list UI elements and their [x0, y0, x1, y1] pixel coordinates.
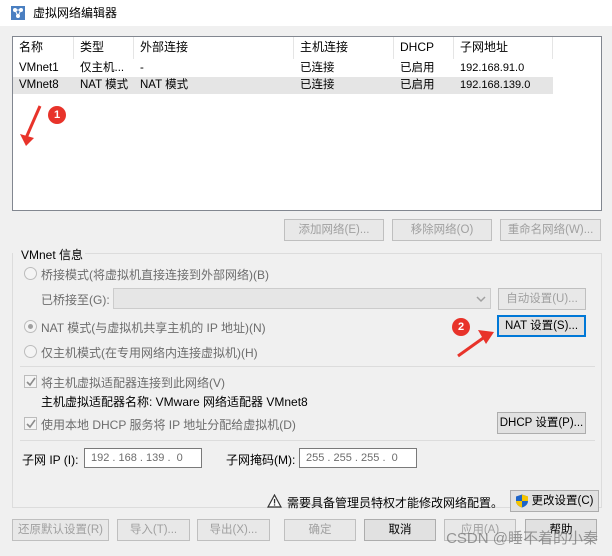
auto-settings-button[interactable]: 自动设置(U)...	[498, 288, 586, 310]
connect-adapter-label: 将主机虚拟适配器连接到此网络(V)	[41, 376, 225, 390]
restore-defaults-button[interactable]: 还原默认设置(R)	[12, 519, 109, 541]
table-row[interactable]: VMnet1 仅主机... - 已连接 已启用 192.168.91.0	[13, 60, 553, 77]
change-settings-label: 更改设置(C)	[531, 495, 594, 507]
cell-host: 已连接	[300, 62, 335, 74]
dialog-client: 名称 类型 外部连接 主机连接 DHCP 子网地址 VMnet1 仅主机... …	[0, 26, 612, 556]
cell-type: 仅主机...	[80, 62, 125, 74]
dhcp-settings-button[interactable]: DHCP 设置(P)...	[497, 412, 586, 434]
column-header-host[interactable]: 主机连接	[294, 37, 394, 59]
connect-adapter-checkbox[interactable]	[24, 375, 37, 388]
checkmark-icon	[26, 377, 36, 387]
shield-icon	[516, 494, 528, 508]
rename-network-button[interactable]: 重命名网络(W)...	[500, 219, 601, 241]
group-divider	[60, 253, 602, 254]
annotation-marker-1: 1	[48, 106, 66, 124]
dropdown-arrow-icon	[476, 296, 486, 303]
subnet-mask-label: 子网掩码(M):	[226, 453, 296, 467]
import-button[interactable]: 导入(T)...	[117, 519, 190, 541]
subnet-mask-field[interactable]: 255 . 255 . 255 . 0	[299, 448, 417, 468]
bridge-mode-label: 桥接模式(将虚拟机直接连接到外部网络)(B)	[41, 268, 269, 282]
cell-name: VMnet1	[19, 62, 59, 74]
divider	[20, 366, 595, 367]
window-title: 虚拟网络编辑器	[33, 6, 118, 20]
warning-icon	[267, 494, 282, 508]
list-header: 名称 类型 外部连接 主机连接 DHCP 子网地址	[13, 37, 601, 59]
bridged-to-label: 已桥接至(G):	[41, 293, 110, 307]
vmnet-info-title: VMnet 信息	[19, 246, 86, 263]
export-button[interactable]: 导出(X)...	[197, 519, 270, 541]
column-header-type[interactable]: 类型	[74, 37, 134, 59]
cell-subnet: 192.168.139.0	[460, 79, 531, 91]
cell-host: 已连接	[300, 79, 335, 91]
remove-network-button[interactable]: 移除网络(O)	[392, 219, 492, 241]
cell-external: -	[140, 62, 144, 74]
nat-mode-label: NAT 模式(与虚拟机共享主机的 IP 地址)(N)	[41, 321, 266, 335]
annotation-arrow-2	[457, 330, 494, 358]
cell-type: NAT 模式	[80, 79, 129, 91]
checkmark-icon	[26, 419, 36, 429]
nat-mode-radio[interactable]	[24, 320, 37, 333]
column-header-name[interactable]: 名称	[13, 37, 74, 59]
cell-name: VMnet8	[19, 79, 59, 91]
column-header-dhcp[interactable]: DHCP	[394, 37, 454, 59]
add-network-button[interactable]: 添加网络(E)...	[284, 219, 384, 241]
title-bar: 虚拟网络编辑器	[0, 0, 612, 26]
bridge-mode-radio[interactable]	[24, 267, 37, 280]
network-editor-icon	[10, 5, 26, 21]
subnet-ip-field[interactable]: 192 . 168 . 139 . 0	[84, 448, 202, 468]
cell-subnet: 192.168.91.0	[460, 62, 525, 74]
column-header-subnet[interactable]: 子网地址	[454, 37, 553, 59]
adapter-name-label: 主机虚拟适配器名称: VMware 网络适配器 VMnet8	[41, 395, 308, 409]
divider	[20, 440, 595, 441]
ok-button[interactable]: 确定	[284, 519, 356, 541]
change-settings-button[interactable]: 更改设置(C)	[510, 490, 599, 512]
column-header-external[interactable]: 外部连接	[134, 37, 294, 59]
network-list[interactable]: 名称 类型 外部连接 主机连接 DHCP 子网地址 VMnet1 仅主机... …	[12, 36, 602, 211]
cell-dhcp: 已启用	[400, 79, 435, 91]
table-row-selected[interactable]: VMnet8 NAT 模式 NAT 模式 已连接 已启用 192.168.139…	[13, 77, 553, 94]
annotation-arrow-1	[20, 105, 42, 146]
subnet-ip-label: 子网 IP (I):	[22, 453, 79, 467]
watermark: CSDN @睡不着的小秦	[446, 530, 598, 547]
admin-notice: 需要具备管理员特权才能修改网络配置。	[287, 496, 504, 510]
use-dhcp-label: 使用本地 DHCP 服务将 IP 地址分配给虚拟机(D)	[41, 418, 296, 432]
cell-dhcp: 已启用	[400, 62, 435, 74]
nat-settings-button[interactable]: NAT 设置(S)...	[497, 315, 586, 337]
host-only-label: 仅主机模式(在专用网络内连接虚拟机)(H)	[41, 346, 258, 360]
cancel-button[interactable]: 取消	[364, 519, 436, 541]
host-only-radio[interactable]	[24, 345, 37, 358]
cell-external: NAT 模式	[140, 79, 189, 91]
use-dhcp-checkbox[interactable]	[24, 417, 37, 430]
bridged-to-select[interactable]	[113, 288, 491, 309]
